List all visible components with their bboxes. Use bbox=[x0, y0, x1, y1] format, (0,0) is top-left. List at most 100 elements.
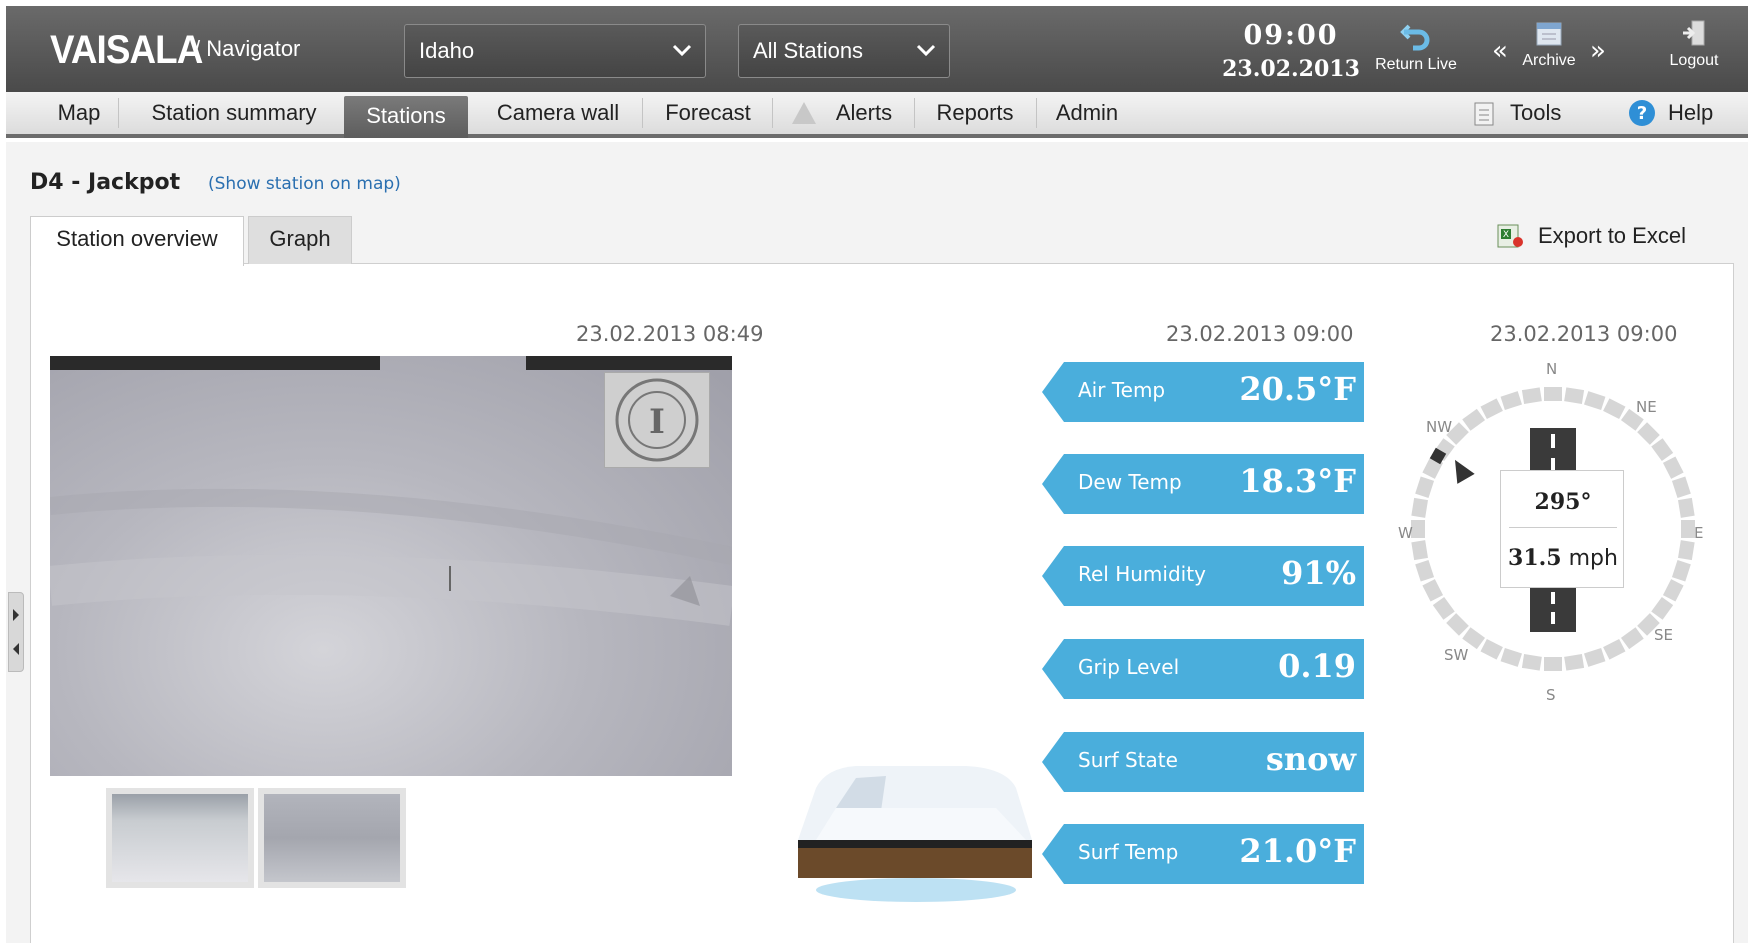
tools-button[interactable]: Tools bbox=[1474, 92, 1584, 134]
nav-camera-wall[interactable]: Camera wall bbox=[478, 92, 638, 134]
compass-ring-segment bbox=[1564, 654, 1585, 671]
surf-temp-value: 21.0°F bbox=[1239, 832, 1356, 870]
compass-ring-segment bbox=[1662, 456, 1684, 479]
show-on-map-link[interactable]: (Show station on map) bbox=[208, 174, 401, 194]
nav-divider bbox=[772, 98, 773, 128]
return-live-button[interactable]: Return Live bbox=[1370, 18, 1462, 74]
camera-thumbnail-2[interactable] bbox=[258, 788, 406, 888]
surf-state-tag[interactable]: Surf State snow bbox=[1042, 732, 1364, 792]
region-select[interactable]: Idaho bbox=[404, 24, 706, 78]
rel-humidity-label: Rel Humidity bbox=[1078, 562, 1206, 586]
vaisala-logo: VAISALA bbox=[50, 28, 203, 72]
current-date: 23.02.2013 bbox=[1222, 56, 1360, 82]
compass-ring-segment bbox=[1480, 398, 1503, 420]
excel-icon: X bbox=[1497, 224, 1523, 248]
expand-collapse-icon bbox=[13, 609, 19, 655]
nav-map[interactable]: Map bbox=[36, 92, 122, 134]
grip-level-tag[interactable]: Grip Level 0.19 bbox=[1042, 639, 1364, 699]
help-label: Help bbox=[1668, 100, 1714, 125]
compass-ring-segment bbox=[1651, 596, 1674, 620]
camera-timestamp: 23.02.2013 08:49 bbox=[576, 322, 764, 346]
station-select-value: All Stations bbox=[753, 38, 864, 63]
compass-nw: NW bbox=[1426, 418, 1453, 436]
compass-n: N bbox=[1546, 360, 1558, 378]
dew-temp-tag[interactable]: Dew Temp 18.3°F bbox=[1042, 454, 1364, 514]
nav-forecast[interactable]: Forecast bbox=[648, 92, 768, 134]
grip-level-label: Grip Level bbox=[1078, 655, 1180, 679]
tools-label: Tools bbox=[1510, 100, 1562, 125]
air-temp-label: Air Temp bbox=[1078, 378, 1166, 402]
export-label: Export to Excel bbox=[1538, 223, 1686, 248]
compass-ring-segment bbox=[1411, 520, 1425, 538]
compass-s: S bbox=[1546, 686, 1556, 704]
tab-graph[interactable]: Graph bbox=[248, 216, 352, 264]
current-time: 09:00 bbox=[1243, 20, 1339, 51]
top-header: VAISALA / Navigator Idaho All Stations 0… bbox=[6, 6, 1748, 92]
compass-ring-segment bbox=[1521, 387, 1542, 404]
compass-ring-segment bbox=[1564, 387, 1585, 404]
help-button[interactable]: ? Help bbox=[1628, 92, 1728, 134]
export-to-excel-button[interactable]: X Export to Excel bbox=[1496, 222, 1686, 250]
measurements-timestamp: 23.02.2013 09:00 bbox=[1166, 322, 1354, 346]
compass-ring-segment bbox=[1521, 654, 1542, 671]
nav-divider bbox=[914, 98, 915, 128]
camera-thumbnail-1[interactable] bbox=[106, 788, 254, 888]
logout-door-icon bbox=[1683, 20, 1705, 46]
compass-ring-segment bbox=[1678, 540, 1695, 561]
nav-admin[interactable]: Admin bbox=[1042, 92, 1132, 134]
clipboard-icon bbox=[1474, 102, 1494, 126]
compass-ring-segment bbox=[1415, 559, 1435, 582]
compass-ring-segment bbox=[1681, 520, 1695, 538]
grip-level-value: 0.19 bbox=[1278, 647, 1356, 685]
compass-sw: SW bbox=[1444, 646, 1469, 664]
svg-text:?: ? bbox=[1637, 103, 1647, 124]
product-name: / Navigator bbox=[194, 36, 301, 61]
compass-se: SE bbox=[1654, 626, 1673, 644]
dew-temp-value: 18.3°F bbox=[1239, 462, 1356, 500]
logout-label: Logout bbox=[1669, 52, 1719, 69]
return-live-label: Return Live bbox=[1375, 56, 1457, 73]
camera-image[interactable]: I bbox=[50, 356, 732, 776]
compass-ring-segment bbox=[1500, 391, 1523, 411]
compass-ring-segment bbox=[1583, 647, 1606, 667]
sidebar-toggle[interactable] bbox=[8, 592, 24, 672]
archive-button[interactable]: Archive bbox=[1514, 18, 1584, 70]
compass-e: E bbox=[1694, 524, 1704, 542]
svg-text:X: X bbox=[1503, 230, 1509, 240]
snowy-road-scene bbox=[50, 488, 732, 626]
archive-prev-button[interactable]: « bbox=[1492, 36, 1508, 66]
compass-ring-segment bbox=[1544, 657, 1562, 671]
nav-reports[interactable]: Reports bbox=[920, 92, 1030, 134]
alert-triangle-icon bbox=[784, 92, 824, 134]
station-select[interactable]: All Stations bbox=[738, 24, 950, 78]
main-nav: Map Station summary Stations Camera wall… bbox=[6, 92, 1748, 138]
surf-temp-tag[interactable]: Surf Temp 21.0°F bbox=[1042, 824, 1364, 884]
compass-ring-segment bbox=[1422, 579, 1444, 602]
logout-button[interactable]: Logout bbox=[1658, 18, 1730, 70]
compass-ring-segment bbox=[1462, 408, 1486, 431]
compass-ring-segment bbox=[1603, 398, 1626, 420]
nav-divider bbox=[118, 98, 119, 128]
nav-alerts[interactable]: Alerts bbox=[824, 92, 904, 134]
wind-timestamp: 23.02.2013 09:00 bbox=[1490, 322, 1678, 346]
compass-ring-segment bbox=[1544, 387, 1562, 401]
compass-ring-segment bbox=[1678, 497, 1695, 518]
rel-humidity-tag[interactable]: Rel Humidity 91% bbox=[1042, 546, 1364, 606]
compass-ring-segment bbox=[1603, 638, 1626, 660]
air-temp-tag[interactable]: Air Temp 20.5°F bbox=[1042, 362, 1364, 422]
compass-ring-segment bbox=[1446, 613, 1469, 636]
compass-ring-segment bbox=[1662, 579, 1684, 602]
compass-ring-segment bbox=[1671, 559, 1691, 582]
wind-readout: 295° 31.5 mph bbox=[1500, 470, 1624, 588]
compass-ring-segment bbox=[1583, 391, 1606, 411]
dew-temp-label: Dew Temp bbox=[1078, 470, 1182, 494]
surf-state-label: Surf State bbox=[1078, 748, 1178, 772]
wind-direction-value: 295° bbox=[1534, 489, 1592, 515]
compass-ne: NE bbox=[1636, 398, 1657, 416]
tab-station-overview[interactable]: Station overview bbox=[30, 216, 244, 266]
archive-next-button[interactable]: » bbox=[1590, 36, 1606, 66]
nav-station-summary[interactable]: Station summary bbox=[126, 92, 342, 134]
chevron-down-icon bbox=[916, 44, 936, 57]
nav-stations[interactable]: Stations bbox=[344, 96, 468, 138]
compass-ring-segment bbox=[1500, 647, 1523, 667]
